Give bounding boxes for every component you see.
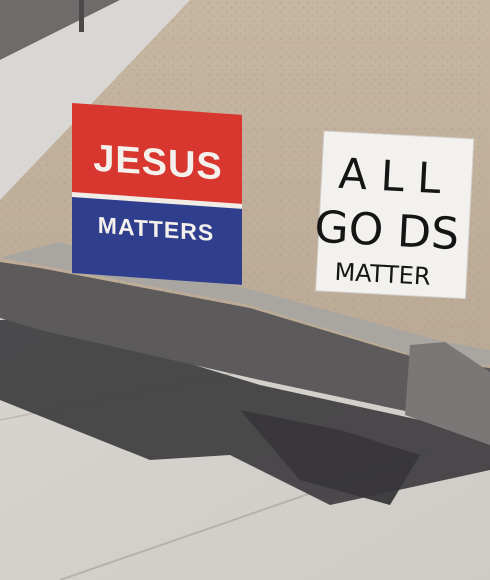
all-gods-sign-line1: A L L <box>337 149 442 203</box>
all-gods-sign-line3: MATTER <box>334 258 431 291</box>
photo-scene: JESUS MATTERS A L L GO DS MATTER <box>0 0 490 580</box>
scene-graphic: JESUS MATTERS A L L GO DS MATTER <box>0 0 490 580</box>
jesus-sign: JESUS MATTERS <box>72 103 242 285</box>
street-pole <box>79 0 84 32</box>
all-gods-sign-line2: GO DS <box>313 202 460 260</box>
all-gods-sign: A L L GO DS MATTER <box>313 130 475 300</box>
